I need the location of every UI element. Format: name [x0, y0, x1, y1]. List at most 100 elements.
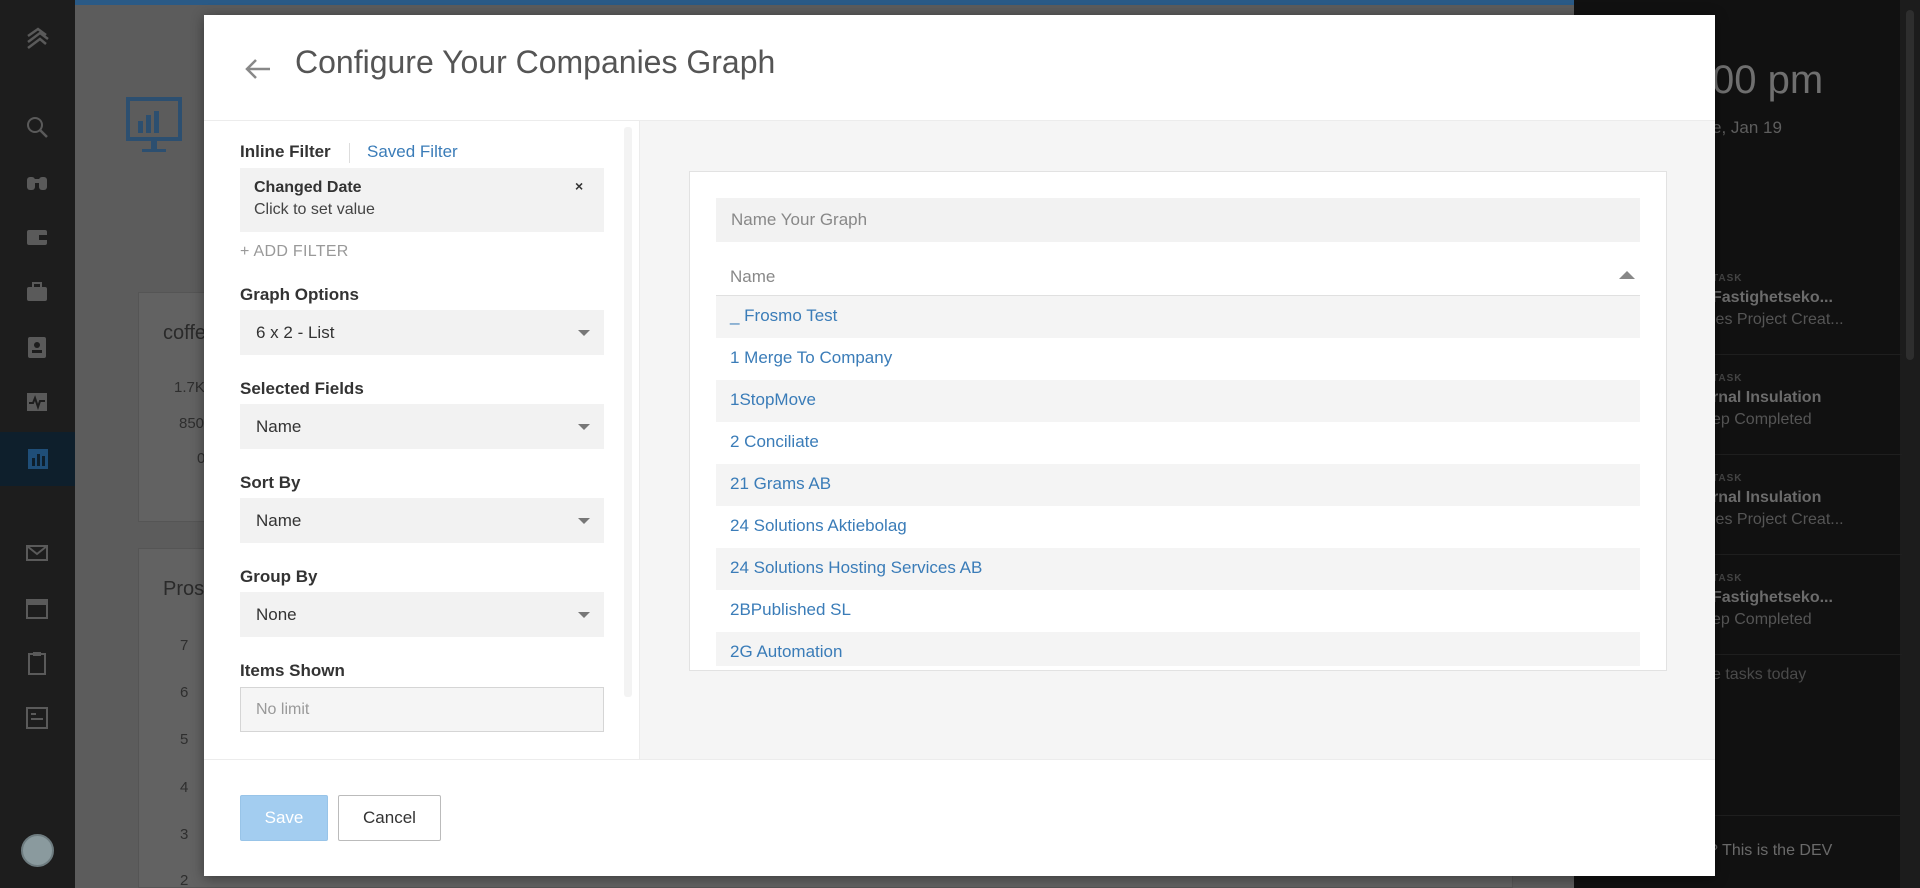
panel-task-subtitle: les Project Creat...: [1712, 311, 1844, 328]
contacts-icon[interactable]: [22, 332, 52, 362]
company-link[interactable]: 2 Conciliate: [730, 432, 819, 452]
group-by-select[interactable]: None: [240, 592, 604, 637]
calendar-icon[interactable]: [22, 593, 52, 623]
name-column-header[interactable]: Name: [716, 256, 1640, 296]
activity-icon[interactable]: [22, 387, 52, 417]
panel-footer-text: ? This is the DEV: [1709, 842, 1833, 859]
company-list: _ Frosmo Test 1 Merge To Company 1StopMo…: [716, 296, 1640, 666]
company-link[interactable]: 2BPublished SL: [730, 600, 851, 620]
activity-panel-scroll-thumb[interactable]: [1906, 10, 1914, 360]
graph-preview-pane: Name _ Frosmo Test 1 Merge To Company 1S…: [640, 121, 1715, 759]
table-row[interactable]: 21 Grams AB: [716, 464, 1640, 506]
save-button[interactable]: Save: [240, 795, 328, 841]
tab-inline-filter[interactable]: Inline Filter: [240, 142, 331, 162]
report-icon[interactable]: [22, 703, 52, 733]
chevron-down-icon: [578, 330, 590, 336]
company-link[interactable]: 24 Solutions Aktiebolag: [730, 516, 907, 536]
panel-time: 00 pm: [1712, 58, 1824, 102]
panel-task-kind: TASK: [1712, 373, 1743, 384]
selected-fields-select[interactable]: Name: [240, 404, 604, 449]
graph-options-value: 6 x 2 - List: [256, 323, 335, 342]
table-row[interactable]: 24 Solutions Hosting Services AB: [716, 548, 1640, 590]
background-tick: 7: [180, 637, 189, 654]
chevron-down-icon: [578, 612, 590, 618]
sort-ascending-icon[interactable]: [1619, 271, 1635, 279]
tab-divider: [349, 143, 350, 163]
panel-task-item[interactable]: TASK Fastighetseko... ep Completed: [1712, 555, 1902, 655]
panel-task-subtitle: ep Completed: [1712, 411, 1812, 428]
close-icon[interactable]: ×: [575, 178, 583, 194]
company-link[interactable]: 2G Automation: [730, 642, 842, 662]
graph-preview-card: Name _ Frosmo Test 1 Merge To Company 1S…: [689, 171, 1667, 671]
panel-task-kind: TASK: [1712, 573, 1743, 584]
panel-task-item[interactable]: TASK rnal Insulation les Project Creat..…: [1712, 455, 1902, 555]
company-link[interactable]: _ Frosmo Test: [730, 306, 837, 326]
monitor-icon: [124, 95, 184, 153]
table-row[interactable]: 2 Conciliate: [716, 422, 1640, 464]
mail-icon[interactable]: [22, 538, 52, 568]
panel-task-subtitle: ep Completed: [1712, 611, 1812, 628]
table-row[interactable]: 2BPublished SL: [716, 590, 1640, 632]
table-row[interactable]: 1StopMove: [716, 380, 1640, 422]
panel-task-title: rnal Insulation: [1712, 489, 1822, 506]
wallet-icon[interactable]: [22, 222, 52, 252]
background-top-bar: [75, 0, 1574, 5]
table-row[interactable]: 1 Merge To Company: [716, 338, 1640, 380]
selected-fields-label: Selected Fields: [240, 379, 364, 398]
company-link[interactable]: 21 Grams AB: [730, 474, 831, 494]
filter-chip-changed-date[interactable]: Changed Date Click to set value ×: [240, 168, 604, 232]
background-tick: 4: [180, 779, 189, 796]
modal-header: Configure Your Companies Graph: [204, 15, 1715, 121]
dashboard-icon[interactable]: [0, 432, 75, 486]
app-sidebar: [0, 0, 75, 888]
table-row[interactable]: 2G Automation: [716, 632, 1640, 666]
cancel-button[interactable]: Cancel: [338, 795, 441, 841]
background-tick: 5: [180, 731, 189, 748]
modal-title: Configure Your Companies Graph: [295, 44, 776, 80]
chevron-down-icon: [578, 424, 590, 430]
background-tick: 6: [180, 684, 189, 701]
panel-task-kind: TASK: [1712, 473, 1743, 484]
panel-task-title: Fastighetseko...: [1712, 289, 1833, 306]
company-link[interactable]: 1 Merge To Company: [730, 348, 892, 368]
filter-name: Changed Date: [254, 179, 362, 196]
panel-task-subtitle: les Project Creat...: [1712, 511, 1844, 528]
panel-task-item[interactable]: TASK Fastighetseko... les Project Creat.…: [1712, 255, 1902, 355]
panel-task-kind: TASK: [1712, 273, 1743, 284]
column-header-label: Name: [730, 267, 776, 286]
company-link[interactable]: 24 Solutions Hosting Services AB: [730, 558, 982, 578]
add-filter-link[interactable]: + ADD FILTER: [240, 243, 349, 261]
table-row[interactable]: 24 Solutions Aktiebolag: [716, 506, 1640, 548]
briefcase-icon[interactable]: [22, 277, 52, 307]
table-row[interactable]: _ Frosmo Test: [716, 296, 1640, 338]
sort-by-select[interactable]: Name: [240, 498, 604, 543]
chevron-down-icon: [578, 518, 590, 524]
search-icon[interactable]: [22, 112, 52, 142]
sort-by-value: Name: [256, 511, 302, 530]
filter-value[interactable]: Click to set value: [254, 201, 375, 219]
logo-icon[interactable]: [22, 24, 52, 54]
items-shown-input[interactable]: [240, 687, 604, 732]
graph-options-label: Graph Options: [240, 285, 359, 304]
binoculars-icon[interactable]: [22, 167, 52, 197]
background-tick: 850: [179, 415, 205, 432]
modal-footer: Save Cancel: [204, 759, 1715, 876]
graph-options-select[interactable]: 6 x 2 - List: [240, 310, 604, 355]
background-tick: 3: [180, 826, 189, 843]
panel-more-tasks[interactable]: e tasks today: [1712, 666, 1806, 684]
items-shown-label: Items Shown: [240, 661, 345, 680]
group-by-label: Group By: [240, 567, 318, 586]
clipboard-icon[interactable]: [22, 648, 52, 678]
panel-task-title: Fastighetseko...: [1712, 589, 1833, 606]
background-tick: 1.7K: [174, 379, 205, 396]
config-pane-scrollbar[interactable]: [624, 127, 632, 697]
user-avatar[interactable]: [21, 834, 54, 867]
company-link[interactable]: 1StopMove: [730, 390, 816, 410]
panel-task-title: rnal Insulation: [1712, 389, 1822, 406]
graph-name-input[interactable]: [716, 198, 1640, 242]
panel-task-item[interactable]: TASK rnal Insulation ep Completed: [1712, 355, 1902, 455]
sort-by-label: Sort By: [240, 473, 301, 492]
back-arrow-icon[interactable]: [242, 53, 274, 85]
group-by-value: None: [256, 605, 297, 624]
tab-saved-filter[interactable]: Saved Filter: [367, 142, 458, 162]
